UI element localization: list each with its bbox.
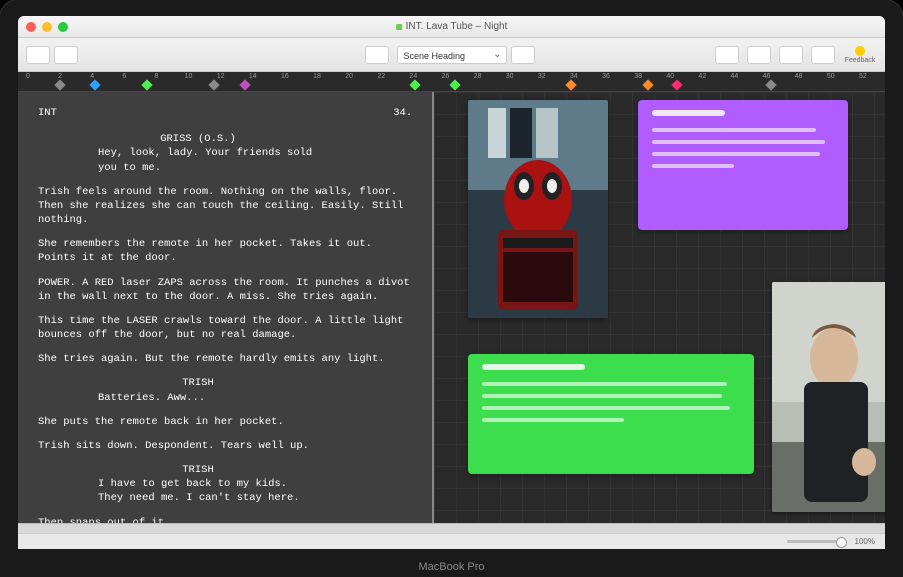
feedback-button[interactable]: Feedback xyxy=(843,46,877,64)
ruler-marker[interactable] xyxy=(671,79,682,90)
ruler-marker[interactable] xyxy=(642,79,653,90)
ruler-tick: 40 xyxy=(666,73,674,80)
ruler-tick: 50 xyxy=(827,73,835,80)
dialogue: I have to get back to my kids. They need… xyxy=(98,477,318,505)
ruler-marker[interactable] xyxy=(90,79,101,90)
script-editor[interactable]: INT 34. GRISS (O.S.)Hey, look, lady. You… xyxy=(18,92,434,523)
statusbar: 100% xyxy=(18,533,885,549)
ruler-tick: 20 xyxy=(345,73,353,80)
feedback-icon xyxy=(855,46,865,56)
character-cue: GRISS (O.S.) xyxy=(128,132,268,146)
action-line: Trish feels around the room. Nothing on … xyxy=(38,185,412,228)
ruler-tick: 24 xyxy=(409,73,417,80)
ruler-tick: 32 xyxy=(538,73,546,80)
ruler-marker[interactable] xyxy=(239,79,250,90)
element-type-label: Scene Heading xyxy=(404,51,466,61)
ruler-marker[interactable] xyxy=(449,79,460,90)
app-window: INT. Lava Tube – Night Scene Heading Fee… xyxy=(18,16,885,549)
titlebar: INT. Lava Tube – Night xyxy=(18,16,885,38)
ruler-marker[interactable] xyxy=(409,79,420,90)
ruler-tick: 0 xyxy=(26,73,30,80)
ruler-marker[interactable] xyxy=(141,79,152,90)
character-cue: TRISH xyxy=(128,376,268,390)
action-line: She remembers the remote in her pocket. … xyxy=(38,237,412,265)
board-note-purple[interactable] xyxy=(638,100,848,230)
scene-ruler[interactable]: 0246810121416182022242628303234363840424… xyxy=(18,72,885,92)
ruler-tick: 30 xyxy=(506,73,514,80)
ruler-tick: 22 xyxy=(377,73,385,80)
ruler-marker[interactable] xyxy=(209,79,220,90)
toolbar-button-next[interactable] xyxy=(511,46,535,64)
ruler-marker[interactable] xyxy=(54,79,65,90)
ruler-tick: 26 xyxy=(442,73,450,80)
workspace: INT 34. GRISS (O.S.)Hey, look, lady. You… xyxy=(18,92,885,523)
toolbar-button-2[interactable] xyxy=(54,46,78,64)
action-line: She puts the remote back in her pocket. xyxy=(38,415,412,429)
board-note-green[interactable] xyxy=(468,354,754,474)
ruler-tick: 38 xyxy=(634,73,642,80)
ruler-tick: 42 xyxy=(698,73,706,80)
window-title: INT. Lava Tube – Night xyxy=(396,21,508,32)
toolbar-center: Scene Heading xyxy=(365,46,539,64)
window-title-text: INT. Lava Tube – Night xyxy=(406,21,508,32)
ruler-tick: 8 xyxy=(154,73,158,80)
ruler-tick: 14 xyxy=(249,73,257,80)
zoom-slider[interactable] xyxy=(787,540,847,543)
toolbar-button-r2[interactable] xyxy=(747,46,771,64)
element-type-select[interactable]: Scene Heading xyxy=(397,46,507,64)
ruler-marker[interactable] xyxy=(766,79,777,90)
zoom-label: 100% xyxy=(855,537,875,546)
ruler-tick: 46 xyxy=(763,73,771,80)
dialogue: Batteries. Aww... xyxy=(98,391,318,405)
close-icon[interactable] xyxy=(26,22,36,32)
ruler-tick: 48 xyxy=(795,73,803,80)
action-line: Then snaps out of it. xyxy=(38,516,412,523)
toolbar-button-r4[interactable] xyxy=(811,46,835,64)
horizontal-scrollbar[interactable] xyxy=(18,523,885,533)
window-controls xyxy=(26,22,68,32)
toolbar-button-r3[interactable] xyxy=(779,46,803,64)
action-line: Trish sits down. Despondent. Tears well … xyxy=(38,439,412,453)
board-image-2[interactable] xyxy=(772,282,885,512)
ruler-marker[interactable] xyxy=(565,79,576,90)
ruler-tick: 52 xyxy=(859,73,867,80)
toolbar-button-r1[interactable] xyxy=(715,46,739,64)
ruler-tick: 12 xyxy=(217,73,225,80)
scene-heading: INT xyxy=(38,106,57,120)
action-line: She tries again. But the remote hardly e… xyxy=(38,352,412,366)
toolbar-button-prev[interactable] xyxy=(365,46,389,64)
ruler-tick: 18 xyxy=(313,73,321,80)
ruler-tick: 6 xyxy=(122,73,126,80)
minimize-icon[interactable] xyxy=(42,22,52,32)
ruler-tick: 44 xyxy=(731,73,739,80)
scene-marker-icon xyxy=(396,24,402,30)
page-number: 34. xyxy=(393,106,412,120)
zoom-icon[interactable] xyxy=(58,22,68,32)
dialogue: Hey, look, lady. Your friends sold you t… xyxy=(98,146,318,174)
ruler-tick: 10 xyxy=(185,73,193,80)
toolbar: Scene Heading Feedback xyxy=(18,38,885,72)
ruler-tick: 16 xyxy=(281,73,289,80)
character-cue: TRISH xyxy=(128,463,268,477)
feedback-label: Feedback xyxy=(843,57,877,64)
ruler-tick: 36 xyxy=(602,73,610,80)
corkboard[interactable] xyxy=(434,92,885,523)
ruler-tick: 28 xyxy=(474,73,482,80)
laptop-frame: INT. Lava Tube – Night Scene Heading Fee… xyxy=(0,0,903,577)
action-line: POWER. A RED laser ZAPS across the room.… xyxy=(38,276,412,304)
toolbar-button-1[interactable] xyxy=(26,46,50,64)
board-image-1[interactable] xyxy=(468,100,608,318)
action-line: This time the LASER crawls toward the do… xyxy=(38,314,412,342)
